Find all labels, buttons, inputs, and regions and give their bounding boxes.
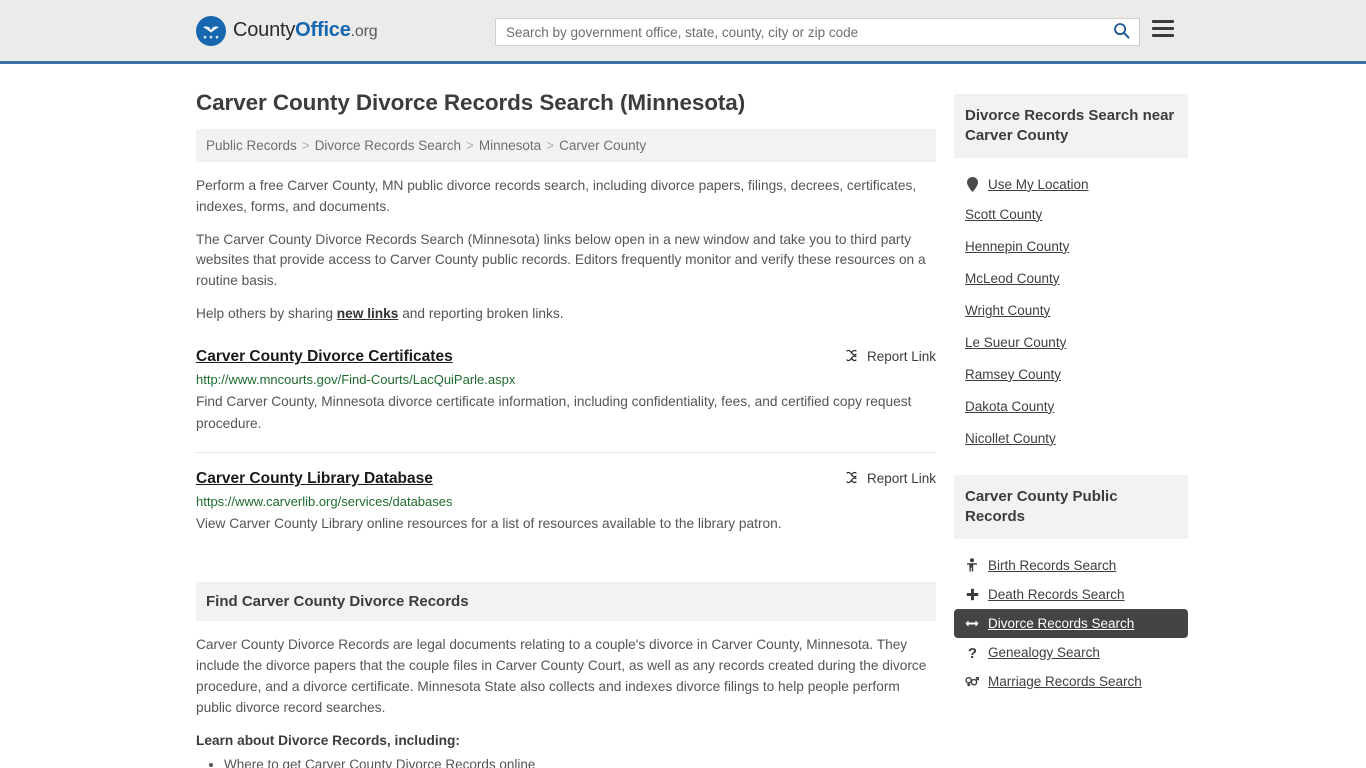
report-link-button[interactable]: Report Link — [844, 348, 936, 366]
breadcrumb-separator: > — [466, 138, 474, 153]
breadcrumb: Public Records > Divorce Records Search > Mi… — [196, 129, 936, 162]
learn-about-list: Where to get Carver County Divorce Recor… — [196, 754, 936, 768]
search-input[interactable] — [496, 19, 1103, 45]
sidebar-item-scott-county[interactable]: Scott County — [954, 199, 1188, 231]
find-records-section-body: Carver County Divorce Records are legal … — [196, 621, 936, 768]
site-logo-text: CountyOffice.org — [233, 19, 378, 42]
county-label: Le Sueur County — [965, 334, 1067, 350]
sidebar-item-label: Divorce Records Search — [988, 615, 1135, 631]
result-header: Carver County Divorce Certificates Repor… — [196, 347, 936, 366]
cross-icon — [965, 588, 979, 601]
breadcrumb-item-divorce-records-search[interactable]: Divorce Records Search — [315, 138, 461, 153]
county-label: Ramsey County — [965, 366, 1062, 382]
result-description: View Carver County Library online resour… — [196, 516, 782, 532]
hamburger-bar — [1152, 34, 1174, 37]
site-logo[interactable]: CountyOffice.org — [196, 15, 378, 46]
find-records-section-heading: Find Carver County Divorce Records — [196, 582, 936, 622]
sidebar-item-birth-records-search[interactable]: Birth Records Search — [954, 551, 1188, 580]
intro-paragraph-1: Perform a free Carver County, MN public … — [196, 178, 917, 214]
learn-about-heading: Learn about Divorce Records, including: — [196, 732, 460, 748]
intro-paragraph-3: Help others by sharing new links and rep… — [196, 304, 936, 325]
sidebar-item-wright-county[interactable]: Wright County — [954, 295, 1188, 327]
svg-text:?: ? — [967, 645, 976, 660]
report-link-label: Report Link — [866, 349, 936, 365]
result-item: Carver County Divorce Certificates Repor… — [196, 347, 936, 453]
public-records-list: Birth Records Search Death Records Searc… — [954, 539, 1188, 696]
county-label: Dakota County — [965, 398, 1055, 414]
double-arrow-icon — [965, 618, 979, 629]
breadcrumb-item-carver-county[interactable]: Carver County — [559, 138, 646, 153]
result-header: Carver County Library Database Report Li… — [196, 469, 936, 488]
public-records-heading: Carver County Public Records — [954, 474, 1188, 539]
logo-text-org: .org — [350, 23, 378, 40]
hamburger-bar — [1152, 27, 1174, 30]
sidebar-item-mcleod-county[interactable]: McLeod County — [954, 263, 1188, 295]
county-label: McLeod County — [965, 270, 1060, 286]
sidebar-item-death-records-search[interactable]: Death Records Search — [954, 580, 1188, 609]
breadcrumb-item-minnesota[interactable]: Minnesota — [479, 138, 541, 153]
county-label: Hennepin County — [965, 238, 1070, 254]
use-my-location-label: Use My Location — [988, 176, 1089, 192]
sidebar-item-le-sueur-county[interactable]: Le Sueur County — [954, 327, 1188, 359]
result-description: Find Carver County, Minnesota divorce ce… — [196, 394, 912, 431]
male-female-icon — [965, 674, 979, 688]
sidebar-item-label: Genealogy Search — [988, 644, 1100, 660]
sidebar-item-hennepin-county[interactable]: Hennepin County — [954, 231, 1188, 263]
result-url[interactable]: https://www.carverlib.org/services/datab… — [196, 494, 936, 509]
result-url[interactable]: http://www.mncourts.gov/Find-Courts/LacQ… — [196, 372, 936, 387]
sidebar: Divorce Records Search near Carver Count… — [954, 64, 1188, 768]
sidebar-item-dakota-county[interactable]: Dakota County — [954, 391, 1188, 423]
sidebar-item-label: Marriage Records Search — [988, 673, 1142, 689]
search-button[interactable] — [1103, 19, 1139, 45]
site-header: CountyOffice.org — [0, 0, 1366, 64]
sidebar-item-genealogy-search[interactable]: ? Genealogy Search — [954, 638, 1188, 667]
baby-icon — [965, 558, 979, 572]
search-icon — [1113, 22, 1130, 42]
result-item: Carver County Library Database Report Li… — [196, 469, 936, 553]
hamburger-menu-icon[interactable] — [1152, 20, 1174, 37]
public-records-card: Carver County Public Records Birth Recor… — [954, 474, 1188, 696]
broken-link-icon — [844, 470, 859, 488]
report-link-label: Report Link — [866, 471, 936, 487]
nearby-searches-card: Divorce Records Search near Carver Count… — [954, 94, 1188, 455]
breadcrumb-separator: > — [546, 138, 555, 153]
main-content: Carver County Divorce Records Search (Mi… — [196, 64, 936, 768]
sidebar-item-label: Death Records Search — [988, 586, 1125, 602]
new-links-link[interactable]: new links — [337, 306, 399, 321]
page-body: Carver County Divorce Records Search (Mi… — [0, 64, 1366, 768]
find-records-paragraph: Carver County Divorce Records are legal … — [196, 637, 927, 715]
sidebar-item-divorce-records-search[interactable]: Divorce Records Search — [954, 608, 1188, 638]
page-title: Carver County Divorce Records Search (Mi… — [196, 90, 746, 115]
hamburger-bar — [1152, 20, 1174, 23]
breadcrumb-separator: > — [301, 138, 310, 153]
nearby-county-list: Use My Location Scott County Hennepin Co… — [954, 158, 1188, 455]
result-title-link[interactable]: Carver County Library Database — [196, 469, 433, 488]
intro-paragraph-2: The Carver County Divorce Records Search… — [196, 231, 926, 289]
sidebar-item-nicollet-county[interactable]: Nicollet County — [954, 423, 1188, 455]
sidebar-item-marriage-records-search[interactable]: Marriage Records Search — [954, 667, 1188, 696]
county-label: Scott County — [965, 206, 1043, 222]
result-list: Carver County Divorce Certificates Repor… — [196, 347, 936, 552]
map-pin-icon — [965, 176, 979, 192]
county-label: Nicollet County — [965, 430, 1056, 446]
search-bar[interactable] — [495, 18, 1140, 46]
use-my-location-item[interactable]: Use My Location — [954, 170, 1188, 199]
county-label: Wright County — [965, 302, 1051, 318]
share-text-before: Help others by sharing — [196, 306, 337, 322]
sidebar-item-ramsey-county[interactable]: Ramsey County — [954, 359, 1188, 391]
result-title-link[interactable]: Carver County Divorce Certificates — [196, 347, 453, 366]
intro-text: Perform a free Carver County, MN public … — [196, 176, 936, 325]
county-office-emblem-icon — [196, 15, 226, 46]
nearby-searches-heading: Divorce Records Search near Carver Count… — [954, 94, 1188, 158]
broken-link-icon — [844, 348, 859, 366]
question-mark-icon: ? — [965, 645, 979, 660]
breadcrumb-item-public-records[interactable]: Public Records — [206, 138, 297, 153]
logo-text-office: Office — [295, 19, 351, 41]
report-link-button[interactable]: Report Link — [844, 470, 936, 488]
list-item: Where to get Carver County Divorce Recor… — [224, 754, 936, 768]
share-text-after: and reporting broken links. — [398, 306, 564, 322]
sidebar-item-label: Birth Records Search — [988, 557, 1117, 573]
logo-text-county: County — [233, 19, 296, 41]
